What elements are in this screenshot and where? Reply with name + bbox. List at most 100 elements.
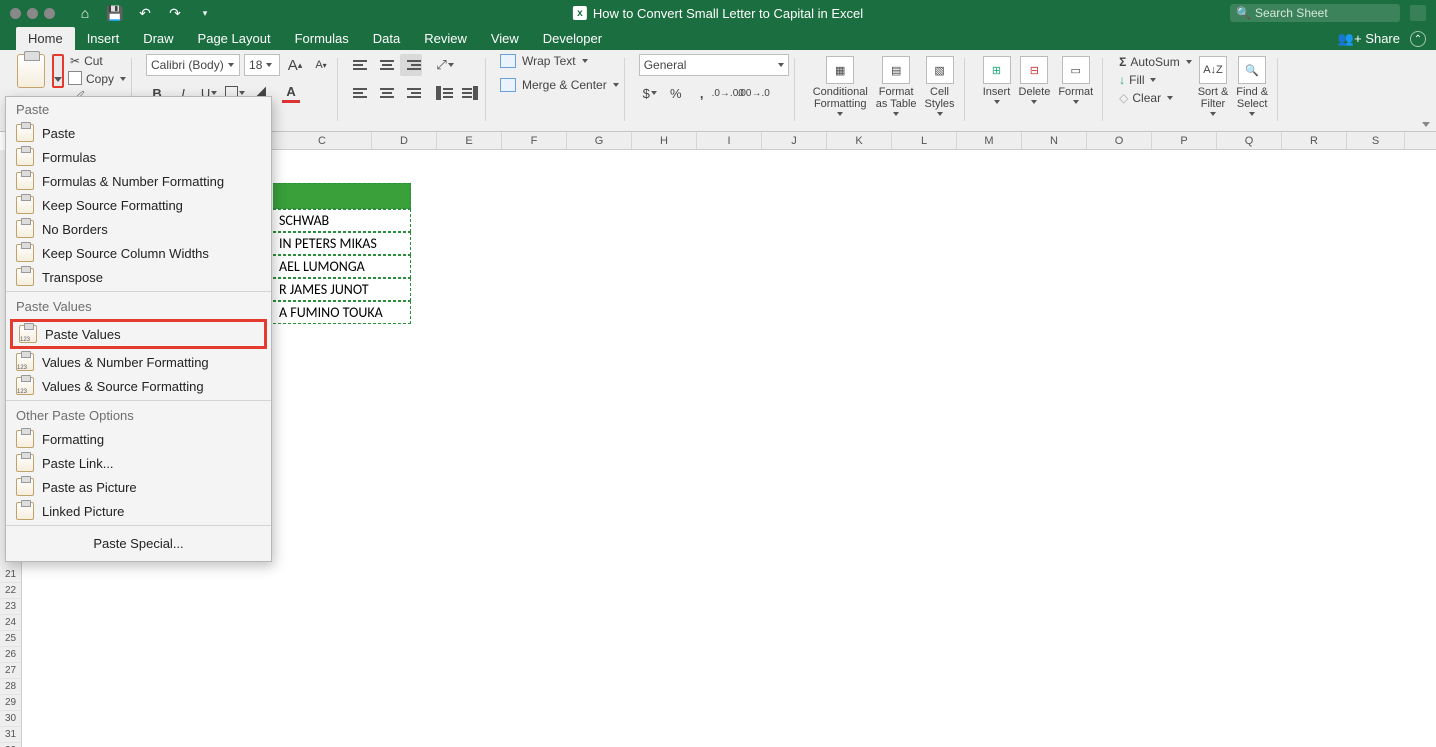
qa-dropdown-icon[interactable]: ▾ [197, 5, 213, 21]
menu-paste-link[interactable]: Paste Link... [6, 451, 271, 475]
menu-keep-source-formatting[interactable]: Keep Source Formatting [6, 193, 271, 217]
tab-draw[interactable]: Draw [131, 27, 185, 50]
align-top-button[interactable] [352, 54, 374, 76]
format-icon: ▭ [1062, 56, 1090, 84]
menu-paste-special[interactable]: Paste Special... [6, 528, 271, 559]
collapse-ribbon-icon[interactable]: ⌃ [1410, 31, 1426, 47]
group-wrap: Wrap Text Merge & Center [494, 54, 625, 131]
clipboard-icon [16, 244, 34, 262]
conditional-formatting-button[interactable]: ▦ConditionalFormatting [809, 54, 872, 118]
clipboard-icon [16, 148, 34, 166]
group-number: General $ % , .0→.00 .00→.0 [633, 54, 795, 131]
clipboard-icon [16, 454, 34, 472]
save-icon[interactable]: 💾 [107, 5, 123, 21]
search-input[interactable] [1255, 6, 1375, 20]
find-select-button[interactable]: 🔍Find &Select [1232, 54, 1272, 118]
tab-data[interactable]: Data [361, 27, 412, 50]
autosum-button[interactable]: AutoSum [1117, 54, 1194, 70]
menu-section-paste-values: Paste Values [6, 294, 271, 318]
font-color-button[interactable]: A [280, 82, 302, 104]
paste-button[interactable] [12, 54, 50, 88]
tab-view[interactable]: View [479, 27, 531, 50]
menu-transpose[interactable]: Transpose [6, 265, 271, 289]
conditional-formatting-icon: ▦ [826, 56, 854, 84]
menu-formulas[interactable]: Formulas [6, 145, 271, 169]
align-center-button[interactable] [376, 82, 398, 104]
highlight-paste-values: Paste Values [10, 319, 267, 349]
user-icon[interactable] [1410, 5, 1426, 21]
tab-formulas[interactable]: Formulas [283, 27, 361, 50]
clipboard-icon [16, 220, 34, 238]
clipboard-123-icon [16, 353, 34, 371]
search-sheet[interactable]: 🔍 [1230, 4, 1400, 22]
menu-formulas-number-formatting[interactable]: Formulas & Number Formatting [6, 169, 271, 193]
font-size-select[interactable]: 18 [244, 54, 280, 76]
align-bottom-button[interactable] [400, 54, 422, 76]
menu-paste[interactable]: Paste [6, 121, 271, 145]
number-format-select[interactable]: General [639, 54, 789, 76]
cut-button[interactable]: Cut [70, 54, 126, 68]
copy-button[interactable]: Copy [70, 72, 126, 86]
redo-icon[interactable]: ↷ [167, 5, 183, 21]
tab-home[interactable]: Home [16, 27, 75, 50]
share-button[interactable]: 👥+ Share [1338, 31, 1400, 47]
cell-styles-icon: ▧ [926, 56, 954, 84]
menu-paste-values[interactable]: Paste Values [13, 322, 264, 346]
home-icon[interactable]: ⌂ [77, 5, 93, 21]
wrap-icon [500, 54, 516, 68]
decrease-font-button[interactable]: A▾ [310, 54, 332, 76]
decrease-indent-button[interactable] [434, 82, 456, 104]
group-alignment: ⤢ [346, 54, 486, 131]
tab-page-layout[interactable]: Page Layout [186, 27, 283, 50]
sort-filter-button[interactable]: A↓ZSort &Filter [1194, 54, 1233, 118]
format-cells-button[interactable]: ▭Format [1054, 54, 1097, 106]
eraser-icon [1119, 91, 1128, 105]
clipboard-icon [16, 430, 34, 448]
increase-decimal-button[interactable]: .0→.00 [717, 82, 739, 104]
delete-icon: ⊟ [1020, 56, 1048, 84]
currency-button[interactable]: $ [639, 82, 661, 104]
menu-no-borders[interactable]: No Borders [6, 217, 271, 241]
menu-values-number-formatting[interactable]: Values & Number Formatting [6, 350, 271, 374]
insert-cells-button[interactable]: ⊞Insert [979, 54, 1015, 106]
tab-insert[interactable]: Insert [75, 27, 132, 50]
ribbon-options-icon[interactable] [1422, 122, 1430, 127]
cell-fragment: IN PETERS MIKAS [273, 232, 411, 255]
decrease-decimal-button[interactable]: .00→.0 [743, 82, 765, 104]
format-as-table-button[interactable]: ▤Formatas Table [872, 54, 921, 118]
tab-developer[interactable]: Developer [531, 27, 614, 50]
delete-cells-button[interactable]: ⊟Delete [1015, 54, 1055, 106]
menu-paste-as-picture[interactable]: Paste as Picture [6, 475, 271, 499]
merge-center-button[interactable]: Merge & Center [500, 78, 619, 92]
paste-dropdown-button[interactable] [52, 54, 64, 88]
menu-formatting[interactable]: Formatting [6, 427, 271, 451]
excel-icon: x [573, 6, 587, 20]
percent-button[interactable]: % [665, 82, 687, 104]
menu-keep-source-column-widths[interactable]: Keep Source Column Widths [6, 241, 271, 265]
clipboard-123-icon [19, 325, 37, 343]
tab-review[interactable]: Review [412, 27, 479, 50]
fill-button[interactable]: Fill [1117, 72, 1194, 88]
group-cells: ⊞Insert ⊟Delete ▭Format [973, 54, 1104, 131]
group-editing: AutoSum Fill Clear A↓ZSort &Filter 🔍Find… [1111, 54, 1278, 131]
clear-button[interactable]: Clear [1117, 90, 1194, 106]
increase-font-button[interactable]: A▴ [284, 54, 306, 76]
cell-styles-button[interactable]: ▧CellStyles [921, 54, 959, 118]
window-controls[interactable] [10, 8, 55, 19]
align-middle-button[interactable] [376, 54, 398, 76]
insert-icon: ⊞ [983, 56, 1011, 84]
comma-button[interactable]: , [691, 82, 713, 104]
align-left-button[interactable] [352, 82, 374, 104]
clipboard-icon [16, 268, 34, 286]
wrap-text-button[interactable]: Wrap Text [500, 54, 619, 68]
copy-icon [70, 73, 82, 85]
increase-indent-button[interactable] [458, 82, 480, 104]
sort-icon: A↓Z [1199, 56, 1227, 84]
menu-linked-picture[interactable]: Linked Picture [6, 499, 271, 523]
menu-values-source-formatting[interactable]: Values & Source Formatting [6, 374, 271, 398]
font-name-select[interactable]: Calibri (Body) [146, 54, 240, 76]
align-right-button[interactable] [400, 82, 422, 104]
ribbon-tabs: Home Insert Draw Page Layout Formulas Da… [0, 26, 1436, 50]
orientation-button[interactable]: ⤢ [434, 54, 456, 76]
undo-icon[interactable]: ↶ [137, 5, 153, 21]
